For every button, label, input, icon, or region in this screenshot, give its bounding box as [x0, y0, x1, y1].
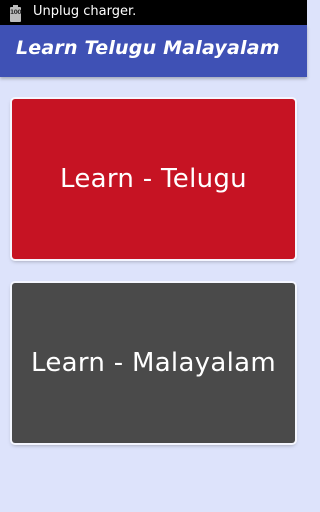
status-notification-text: Unplug charger.	[33, 4, 137, 19]
learn-telugu-label: Learn - Telugu	[60, 164, 247, 194]
app-title: Learn Telugu Malayalam	[16, 37, 280, 59]
battery-level-text: 100	[10, 9, 22, 16]
learn-malayalam-button[interactable]: Learn - Malayalam	[12, 283, 295, 443]
app-bar: Learn Telugu Malayalam	[0, 25, 307, 77]
learn-telugu-button[interactable]: Learn - Telugu	[12, 99, 295, 259]
learn-malayalam-label: Learn - Malayalam	[30, 348, 276, 378]
status-bar: 100 Unplug charger.	[0, 0, 307, 25]
battery-icon: 100	[10, 5, 22, 22]
